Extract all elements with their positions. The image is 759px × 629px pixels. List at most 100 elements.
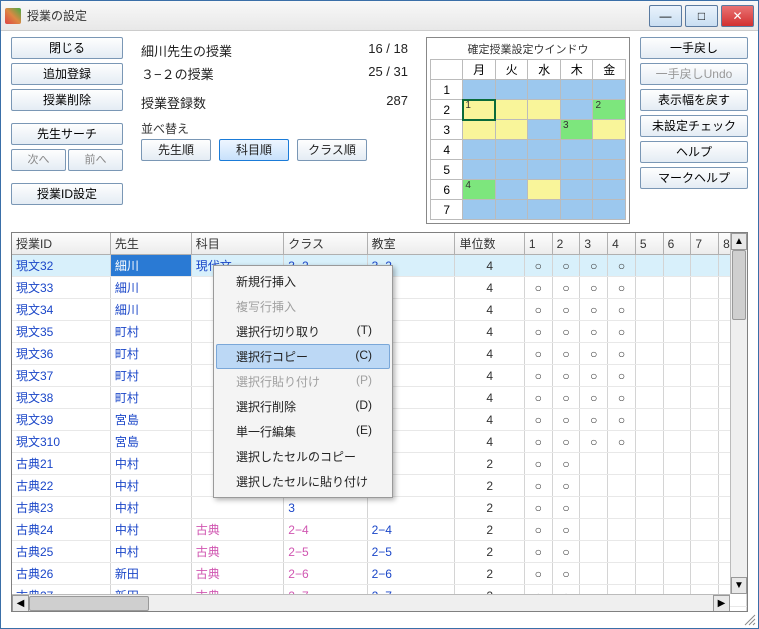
grid-cell[interactable]: [593, 160, 626, 180]
table-header[interactable]: 教室: [367, 233, 455, 255]
mark-cell[interactable]: [691, 277, 719, 299]
mark-cell[interactable]: [663, 343, 691, 365]
mark-cell[interactable]: ○: [552, 497, 580, 519]
table-cell[interactable]: 中村: [110, 453, 191, 475]
mark-cell[interactable]: ○: [552, 365, 580, 387]
mark-cell[interactable]: ○: [524, 409, 552, 431]
grid-cell[interactable]: [593, 180, 626, 200]
menu-item[interactable]: 選択行切り取り(T): [216, 319, 390, 344]
grid-cell[interactable]: [495, 160, 528, 180]
menu-item[interactable]: 選択行コピー(C): [216, 344, 390, 369]
mark-cell[interactable]: [663, 431, 691, 453]
table-cell[interactable]: 4: [455, 321, 524, 343]
mark-cell[interactable]: ○: [580, 321, 608, 343]
grid-cell[interactable]: [528, 80, 561, 100]
mark-cell[interactable]: ○: [524, 541, 552, 563]
table-cell[interactable]: 現文39: [12, 409, 110, 431]
grid-cell[interactable]: [528, 200, 561, 220]
mark-cell[interactable]: [691, 299, 719, 321]
table-cell[interactable]: 古典24: [12, 519, 110, 541]
table-header[interactable]: 単位数: [455, 233, 524, 255]
mark-cell[interactable]: ○: [608, 431, 636, 453]
table-header[interactable]: 授業ID: [12, 233, 110, 255]
mark-cell[interactable]: [635, 409, 663, 431]
mark-cell[interactable]: [691, 365, 719, 387]
mark-cell[interactable]: ○: [524, 519, 552, 541]
unset-check-button[interactable]: 未設定チェック: [640, 115, 748, 137]
table-cell[interactable]: 町村: [110, 343, 191, 365]
mark-cell[interactable]: ○: [608, 299, 636, 321]
sort-class-button[interactable]: クラス順: [297, 139, 367, 161]
table-cell[interactable]: 4: [455, 365, 524, 387]
table-cell[interactable]: 町村: [110, 321, 191, 343]
mark-cell[interactable]: [691, 255, 719, 277]
mark-cell[interactable]: ○: [608, 321, 636, 343]
mark-cell[interactable]: ○: [608, 409, 636, 431]
mark-cell[interactable]: ○: [608, 387, 636, 409]
mark-cell[interactable]: [635, 541, 663, 563]
mark-cell[interactable]: [663, 497, 691, 519]
table-cell[interactable]: 中村: [110, 475, 191, 497]
grid-cell[interactable]: [593, 140, 626, 160]
mark-cell[interactable]: [608, 475, 636, 497]
table-cell[interactable]: 現文35: [12, 321, 110, 343]
table-cell[interactable]: 細川: [110, 277, 191, 299]
mark-cell[interactable]: [635, 299, 663, 321]
mark-cell[interactable]: ○: [524, 255, 552, 277]
table-header[interactable]: 7: [691, 233, 719, 255]
table-header[interactable]: 科目: [191, 233, 284, 255]
table-cell[interactable]: 古典: [191, 563, 284, 585]
table-cell[interactable]: 細川: [110, 255, 191, 277]
mark-cell[interactable]: [691, 541, 719, 563]
mark-cell[interactable]: [580, 519, 608, 541]
mark-cell[interactable]: [635, 277, 663, 299]
menu-item[interactable]: 単一行編集(E): [216, 419, 390, 444]
grid-cell[interactable]: [528, 180, 561, 200]
mark-cell[interactable]: [691, 563, 719, 585]
mark-cell[interactable]: [691, 475, 719, 497]
mark-cell[interactable]: ○: [552, 321, 580, 343]
mark-cell[interactable]: ○: [524, 453, 552, 475]
mark-cell[interactable]: [663, 563, 691, 585]
mark-cell[interactable]: [635, 387, 663, 409]
mark-cell[interactable]: [663, 299, 691, 321]
grid-cell[interactable]: [593, 200, 626, 220]
mark-cell[interactable]: [663, 475, 691, 497]
mark-cell[interactable]: ○: [552, 343, 580, 365]
table-row[interactable]: 古典23中村32○○: [12, 497, 747, 519]
close-window-button[interactable]: ✕: [721, 5, 754, 27]
table-cell[interactable]: 4: [455, 299, 524, 321]
grid-cell[interactable]: [593, 80, 626, 100]
mark-cell[interactable]: ○: [524, 387, 552, 409]
mark-cell[interactable]: ○: [580, 365, 608, 387]
mark-cell[interactable]: ○: [608, 277, 636, 299]
menu-item[interactable]: 選択したセルのコピー: [216, 444, 390, 469]
mark-cell[interactable]: [635, 475, 663, 497]
table-cell[interactable]: 4: [455, 387, 524, 409]
scroll-down-arrow-icon[interactable]: ▼: [731, 577, 747, 594]
mark-cell[interactable]: ○: [608, 255, 636, 277]
horizontal-scrollbar[interactable]: ◀ ▶: [12, 594, 730, 611]
table-cell[interactable]: 4: [455, 277, 524, 299]
mark-cell[interactable]: ○: [608, 365, 636, 387]
undo-redo-button[interactable]: 一手戻しUndo: [640, 63, 748, 85]
table-cell[interactable]: 新田: [110, 563, 191, 585]
table-cell[interactable]: 古典26: [12, 563, 110, 585]
table-header[interactable]: 4: [608, 233, 636, 255]
table-cell[interactable]: 古典25: [12, 541, 110, 563]
lesson-id-set-button[interactable]: 授業ID設定: [11, 183, 123, 205]
grid-cell[interactable]: [560, 180, 593, 200]
close-button[interactable]: 閉じる: [11, 37, 123, 59]
table-cell[interactable]: 2−6: [367, 563, 455, 585]
scroll-left-arrow-icon[interactable]: ◀: [12, 595, 29, 612]
grid-cell[interactable]: [560, 100, 593, 120]
grid-cell[interactable]: [528, 140, 561, 160]
table-cell[interactable]: 中村: [110, 541, 191, 563]
mark-cell[interactable]: [663, 519, 691, 541]
table-cell[interactable]: 町村: [110, 387, 191, 409]
table-cell[interactable]: 2: [455, 453, 524, 475]
mark-cell[interactable]: ○: [608, 343, 636, 365]
table-cell[interactable]: 宮島: [110, 409, 191, 431]
prev-button[interactable]: 前へ: [68, 149, 123, 171]
mark-cell[interactable]: [608, 497, 636, 519]
